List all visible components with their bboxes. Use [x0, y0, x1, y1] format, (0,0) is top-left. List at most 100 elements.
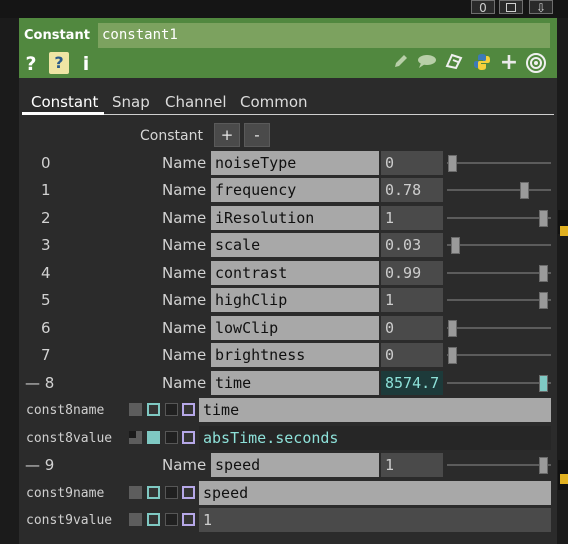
slider-handle[interactable] — [539, 210, 548, 227]
param-row-8: — 8 Name time 8574.7 — [19, 370, 557, 397]
row-index: 3 — [41, 236, 51, 254]
name-field[interactable]: scale — [211, 233, 379, 257]
constant-mode-icon[interactable] — [129, 431, 142, 444]
row-index-collapse[interactable]: — 8 — [25, 370, 54, 397]
mode-selector — [129, 486, 199, 500]
constant-mode-icon[interactable] — [129, 486, 142, 499]
name-label: Name — [162, 346, 207, 364]
slider-track[interactable] — [447, 162, 551, 164]
name-field[interactable]: lowClip — [211, 316, 379, 340]
name-field[interactable]: noiseType — [211, 151, 379, 175]
name-field[interactable]: frequency — [211, 178, 379, 202]
node-count-badge[interactable]: 0 — [471, 0, 495, 15]
slider-track[interactable] — [447, 272, 551, 274]
value-field[interactable]: 8574.7 — [381, 371, 443, 395]
expression-mode-icon[interactable] — [147, 486, 160, 499]
name-label: Name — [162, 209, 207, 227]
slider-handle[interactable] — [448, 347, 457, 364]
export-mode-icon[interactable] — [165, 431, 178, 444]
name-label: Name — [162, 291, 207, 309]
tab-channel[interactable]: Channel — [165, 92, 227, 112]
parameter-panel: Constant constant1 ? ? i + Constant Snap… — [19, 18, 557, 544]
slider-track[interactable] — [447, 382, 551, 384]
const8value-expression-field[interactable]: absTime.seconds — [199, 426, 551, 450]
pencil-icon[interactable] — [390, 52, 412, 74]
value-field[interactable]: 1 — [381, 453, 443, 477]
slider-track[interactable] — [447, 244, 551, 246]
name-field[interactable]: time — [211, 371, 379, 395]
name-field[interactable]: iResolution — [211, 206, 379, 230]
slider-handle[interactable] — [539, 375, 548, 392]
param-row-9: — 9 Name speed 1 — [19, 452, 557, 479]
row-index-collapse[interactable]: — 9 — [25, 452, 54, 479]
add-icon[interactable]: + — [498, 52, 520, 74]
mode-selector — [129, 431, 199, 445]
param-row-6: 6 Name lowClip 0 — [19, 315, 557, 342]
value-field[interactable]: 0 — [381, 316, 443, 340]
export-mode-icon[interactable] — [165, 403, 178, 416]
param-label: const9name — [26, 486, 105, 501]
slider-handle[interactable] — [451, 237, 460, 254]
tab-constant[interactable]: Constant — [31, 92, 98, 112]
row-index: 2 — [41, 209, 51, 227]
row-index: 5 — [41, 291, 51, 309]
param-row-5: 5 Name highClip 1 — [19, 287, 557, 314]
help-icon[interactable]: ? — [23, 53, 39, 75]
const9value-field[interactable]: 1 — [199, 508, 551, 532]
window-button[interactable] — [499, 0, 523, 14]
clone-icon[interactable] — [443, 52, 465, 74]
name-field[interactable]: speed — [211, 453, 379, 477]
viewer-icon[interactable] — [525, 52, 547, 74]
slider-track[interactable] — [447, 217, 551, 219]
constant-mode-icon[interactable] — [129, 403, 142, 416]
value-field[interactable]: 0 — [381, 151, 443, 175]
bind-mode-icon[interactable] — [182, 403, 195, 416]
expression-mode-icon[interactable] — [147, 513, 160, 526]
value-field[interactable]: 1 — [381, 206, 443, 230]
slider-handle[interactable] — [539, 292, 548, 309]
slider-track[interactable] — [447, 189, 551, 191]
slider-handle[interactable] — [539, 265, 548, 282]
expression-mode-icon[interactable] — [147, 403, 160, 416]
value-field[interactable]: 0 — [381, 343, 443, 367]
tab-snap[interactable]: Snap — [112, 92, 150, 112]
slider-track[interactable] — [447, 327, 551, 329]
param-row-2: 2 Name iResolution 1 — [19, 205, 557, 232]
value-field[interactable]: 0.03 — [381, 233, 443, 257]
slider-handle[interactable] — [448, 155, 457, 172]
name-field[interactable]: brightness — [211, 343, 379, 367]
value-field[interactable]: 0.78 — [381, 178, 443, 202]
add-block-button[interactable]: + — [214, 123, 240, 147]
expression-mode-icon[interactable] — [147, 431, 160, 444]
expr-row-const9value: const9value 1 — [19, 507, 557, 534]
slider-handle[interactable] — [520, 182, 529, 199]
slider-handle[interactable] — [448, 320, 457, 337]
name-label: Name — [162, 374, 207, 392]
tab-common[interactable]: Common — [240, 92, 308, 112]
info-icon[interactable]: i — [79, 53, 93, 75]
operator-type: Constant — [24, 28, 90, 43]
slider-track[interactable] — [447, 464, 551, 466]
export-mode-icon[interactable] — [165, 486, 178, 499]
bind-mode-icon[interactable] — [182, 431, 195, 444]
bind-mode-icon[interactable] — [182, 513, 195, 526]
constant-mode-icon[interactable] — [129, 513, 142, 526]
slider-track[interactable] — [447, 299, 551, 301]
download-button[interactable]: ⇩ — [529, 0, 553, 15]
export-mode-icon[interactable] — [165, 513, 178, 526]
name-field[interactable]: highClip — [211, 288, 379, 312]
operator-name-field[interactable]: constant1 — [98, 23, 550, 48]
value-field[interactable]: 1 — [381, 288, 443, 312]
remove-block-button[interactable]: - — [244, 123, 270, 147]
connector-marker — [560, 226, 568, 236]
python-icon[interactable] — [471, 52, 493, 74]
const9name-field[interactable]: speed — [199, 481, 551, 505]
python-help-icon[interactable]: ? — [49, 52, 69, 74]
value-field[interactable]: 0.99 — [381, 261, 443, 285]
slider-track[interactable] — [447, 354, 551, 356]
const8name-field[interactable]: time — [199, 398, 551, 422]
slider-handle[interactable] — [539, 457, 548, 474]
comment-icon[interactable] — [416, 52, 438, 74]
name-field[interactable]: contrast — [211, 261, 379, 285]
bind-mode-icon[interactable] — [182, 486, 195, 499]
